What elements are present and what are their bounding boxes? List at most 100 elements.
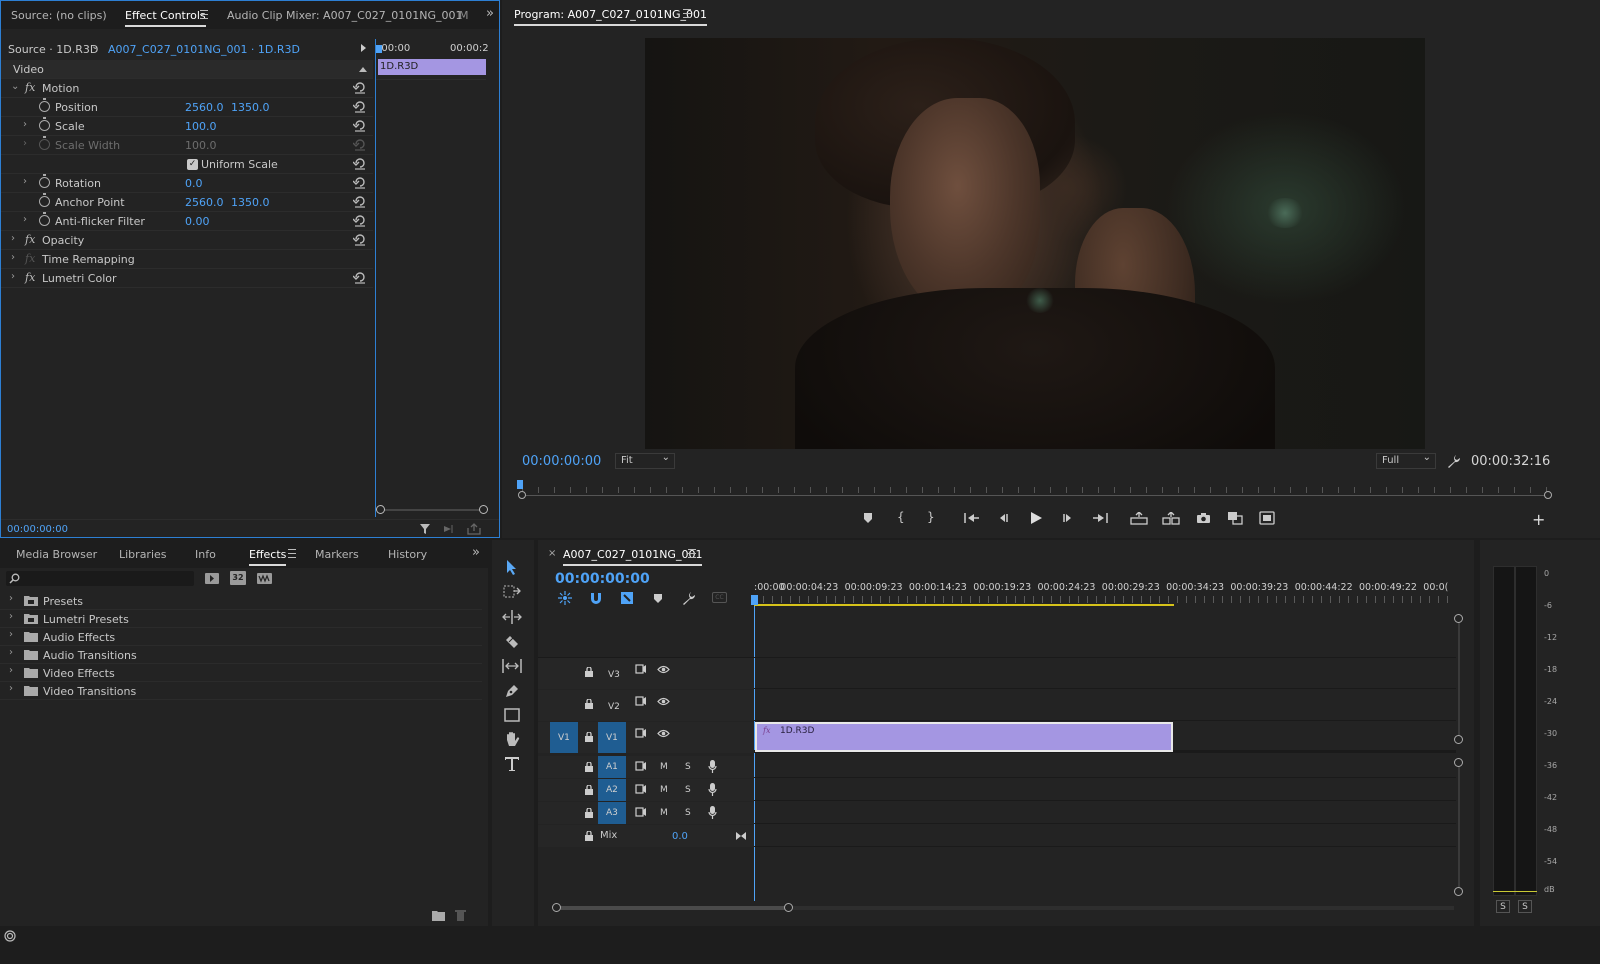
step-forward-icon[interactable] xyxy=(1062,512,1074,524)
mix-value[interactable]: 0.0 xyxy=(672,831,688,842)
list-item-video-effects[interactable]: › Video Effects xyxy=(0,664,482,682)
chevron-right-icon[interactable]: › xyxy=(23,214,27,225)
chevron-right-icon[interactable]: › xyxy=(9,647,13,658)
go-to-out-icon[interactable] xyxy=(1092,512,1108,524)
track-target-v1[interactable]: V1 xyxy=(598,722,626,753)
eye-icon[interactable] xyxy=(657,729,670,738)
video-vertical-scrollbar[interactable] xyxy=(1454,614,1463,744)
program-menu-icon[interactable] xyxy=(683,9,691,18)
play-icon[interactable] xyxy=(1029,511,1043,525)
reset-icon[interactable] xyxy=(353,100,367,113)
panel-overflow-icon[interactable]: » xyxy=(472,545,480,560)
fit-select[interactable]: Fit ⌄ xyxy=(615,452,675,469)
scrubber-start-handle[interactable] xyxy=(518,491,526,499)
overwrite-icon[interactable] xyxy=(1259,511,1275,525)
chevron-right-icon[interactable]: › xyxy=(23,119,27,130)
lock-icon[interactable] xyxy=(585,762,593,772)
position-x-value[interactable]: 2560.0 xyxy=(185,101,224,114)
tab-effects[interactable]: Effects xyxy=(249,548,287,566)
solo-button[interactable]: S xyxy=(685,785,691,795)
new-bin-icon[interactable] xyxy=(432,910,445,921)
chevron-right-icon[interactable]: › xyxy=(9,593,13,604)
reset-icon[interactable] xyxy=(353,195,367,208)
tab-media-browser[interactable]: Media Browser xyxy=(16,548,97,561)
program-playhead[interactable] xyxy=(517,480,523,489)
track-select-tool-icon[interactable] xyxy=(503,585,521,599)
mark-in-icon[interactable]: { xyxy=(897,510,905,524)
solo-button[interactable]: S xyxy=(685,808,691,818)
mute-button[interactable]: M xyxy=(660,762,668,772)
play-audio-icon[interactable] xyxy=(361,44,366,52)
program-scrubber[interactable] xyxy=(517,478,1552,499)
lock-icon[interactable] xyxy=(585,732,593,742)
chevron-right-icon[interactable]: › xyxy=(11,252,15,263)
timeline-timecode[interactable]: 00:00:00:00 xyxy=(555,571,650,587)
collapse-up-icon[interactable] xyxy=(359,67,367,72)
microphone-icon[interactable] xyxy=(708,806,717,820)
list-item-audio-transitions[interactable]: › Audio Transitions xyxy=(0,646,482,664)
slip-tool-icon[interactable] xyxy=(502,659,522,673)
lock-icon[interactable] xyxy=(585,699,593,709)
mark-out-icon[interactable]: } xyxy=(927,510,935,524)
lock-icon[interactable] xyxy=(585,785,593,795)
fx-icon[interactable]: fx xyxy=(25,233,35,246)
mute-button[interactable]: M xyxy=(660,785,668,795)
anchor-y-value[interactable]: 1350.0 xyxy=(231,196,270,209)
accelerated-effects-icon[interactable] xyxy=(204,571,220,585)
reset-icon[interactable] xyxy=(353,157,367,170)
stopwatch-icon[interactable] xyxy=(39,98,50,112)
solo-right-button[interactable]: S xyxy=(1518,900,1532,913)
reset-icon[interactable] xyxy=(353,233,367,246)
stopwatch-icon[interactable] xyxy=(39,193,50,207)
filter-icon[interactable] xyxy=(419,523,431,535)
solo-left-button[interactable]: S xyxy=(1496,900,1510,913)
pen-tool-icon[interactable] xyxy=(504,683,520,699)
go-to-end-icon[interactable] xyxy=(735,831,747,841)
fx-icon[interactable]: fx xyxy=(25,81,35,94)
track-target-a3[interactable]: A3 xyxy=(598,802,626,824)
track-target-a2[interactable]: A2 xyxy=(598,779,626,801)
lumetri-color-row[interactable]: › fx Lumetri Color xyxy=(1,269,373,288)
effects-search-box[interactable] xyxy=(6,571,194,586)
video-frame[interactable] xyxy=(645,38,1425,449)
panel-overflow-icon[interactable]: » xyxy=(486,6,494,21)
lock-icon[interactable] xyxy=(585,667,593,677)
stopwatch-icon[interactable] xyxy=(39,117,50,131)
mini-zoom-scroll[interactable] xyxy=(376,505,488,514)
add-marker-icon[interactable] xyxy=(862,512,874,524)
hand-tool-icon[interactable] xyxy=(504,731,520,748)
uniform-scale-checkbox[interactable]: ✓ xyxy=(187,159,198,170)
rectangle-tool-icon[interactable] xyxy=(504,708,520,722)
anti-flicker-value[interactable]: 0.00 xyxy=(185,215,210,228)
chevron-right-icon[interactable]: › xyxy=(9,629,13,640)
chevron-right-icon[interactable]: › xyxy=(11,271,15,282)
close-icon[interactable]: × xyxy=(548,548,556,559)
tab-libraries[interactable]: Libraries xyxy=(119,548,167,561)
video-clip[interactable]: fx 1D.R3D xyxy=(755,722,1173,752)
tab-source[interactable]: Source: (no clips) xyxy=(11,9,107,22)
step-back-icon[interactable] xyxy=(997,512,1009,524)
effect-controls-menu-icon[interactable] xyxy=(200,10,208,19)
effects-menu-icon[interactable] xyxy=(288,549,296,558)
mini-playhead[interactable] xyxy=(376,45,382,53)
lift-icon[interactable] xyxy=(1130,512,1148,525)
stopwatch-icon[interactable] xyxy=(39,212,50,226)
nest-icon[interactable] xyxy=(558,591,572,605)
play-only-audio-icon[interactable] xyxy=(443,523,457,535)
clip-fx-badge[interactable]: fx xyxy=(763,726,770,735)
chevron-right-icon[interactable]: › xyxy=(23,176,27,187)
program-timecode[interactable]: 00:00:00:00 xyxy=(522,454,601,469)
chevron-right-icon[interactable]: › xyxy=(9,611,13,622)
effect-controls-timecode[interactable]: 00:00:00:00 xyxy=(7,524,68,535)
ripple-edit-tool-icon[interactable] xyxy=(502,610,522,624)
extract-icon[interactable] xyxy=(1162,512,1180,525)
timeline-playhead[interactable] xyxy=(751,595,758,605)
solo-button[interactable]: S xyxy=(685,762,691,772)
add-marker-icon[interactable] xyxy=(653,593,663,604)
wrench-icon[interactable] xyxy=(682,591,696,605)
motion-row[interactable]: ⌄ fx Motion xyxy=(1,79,373,98)
reset-icon[interactable] xyxy=(353,119,367,132)
mute-button[interactable]: M xyxy=(660,808,668,818)
go-to-in-icon[interactable] xyxy=(964,512,980,524)
tab-effect-controls[interactable]: Effect Controls xyxy=(125,9,206,27)
